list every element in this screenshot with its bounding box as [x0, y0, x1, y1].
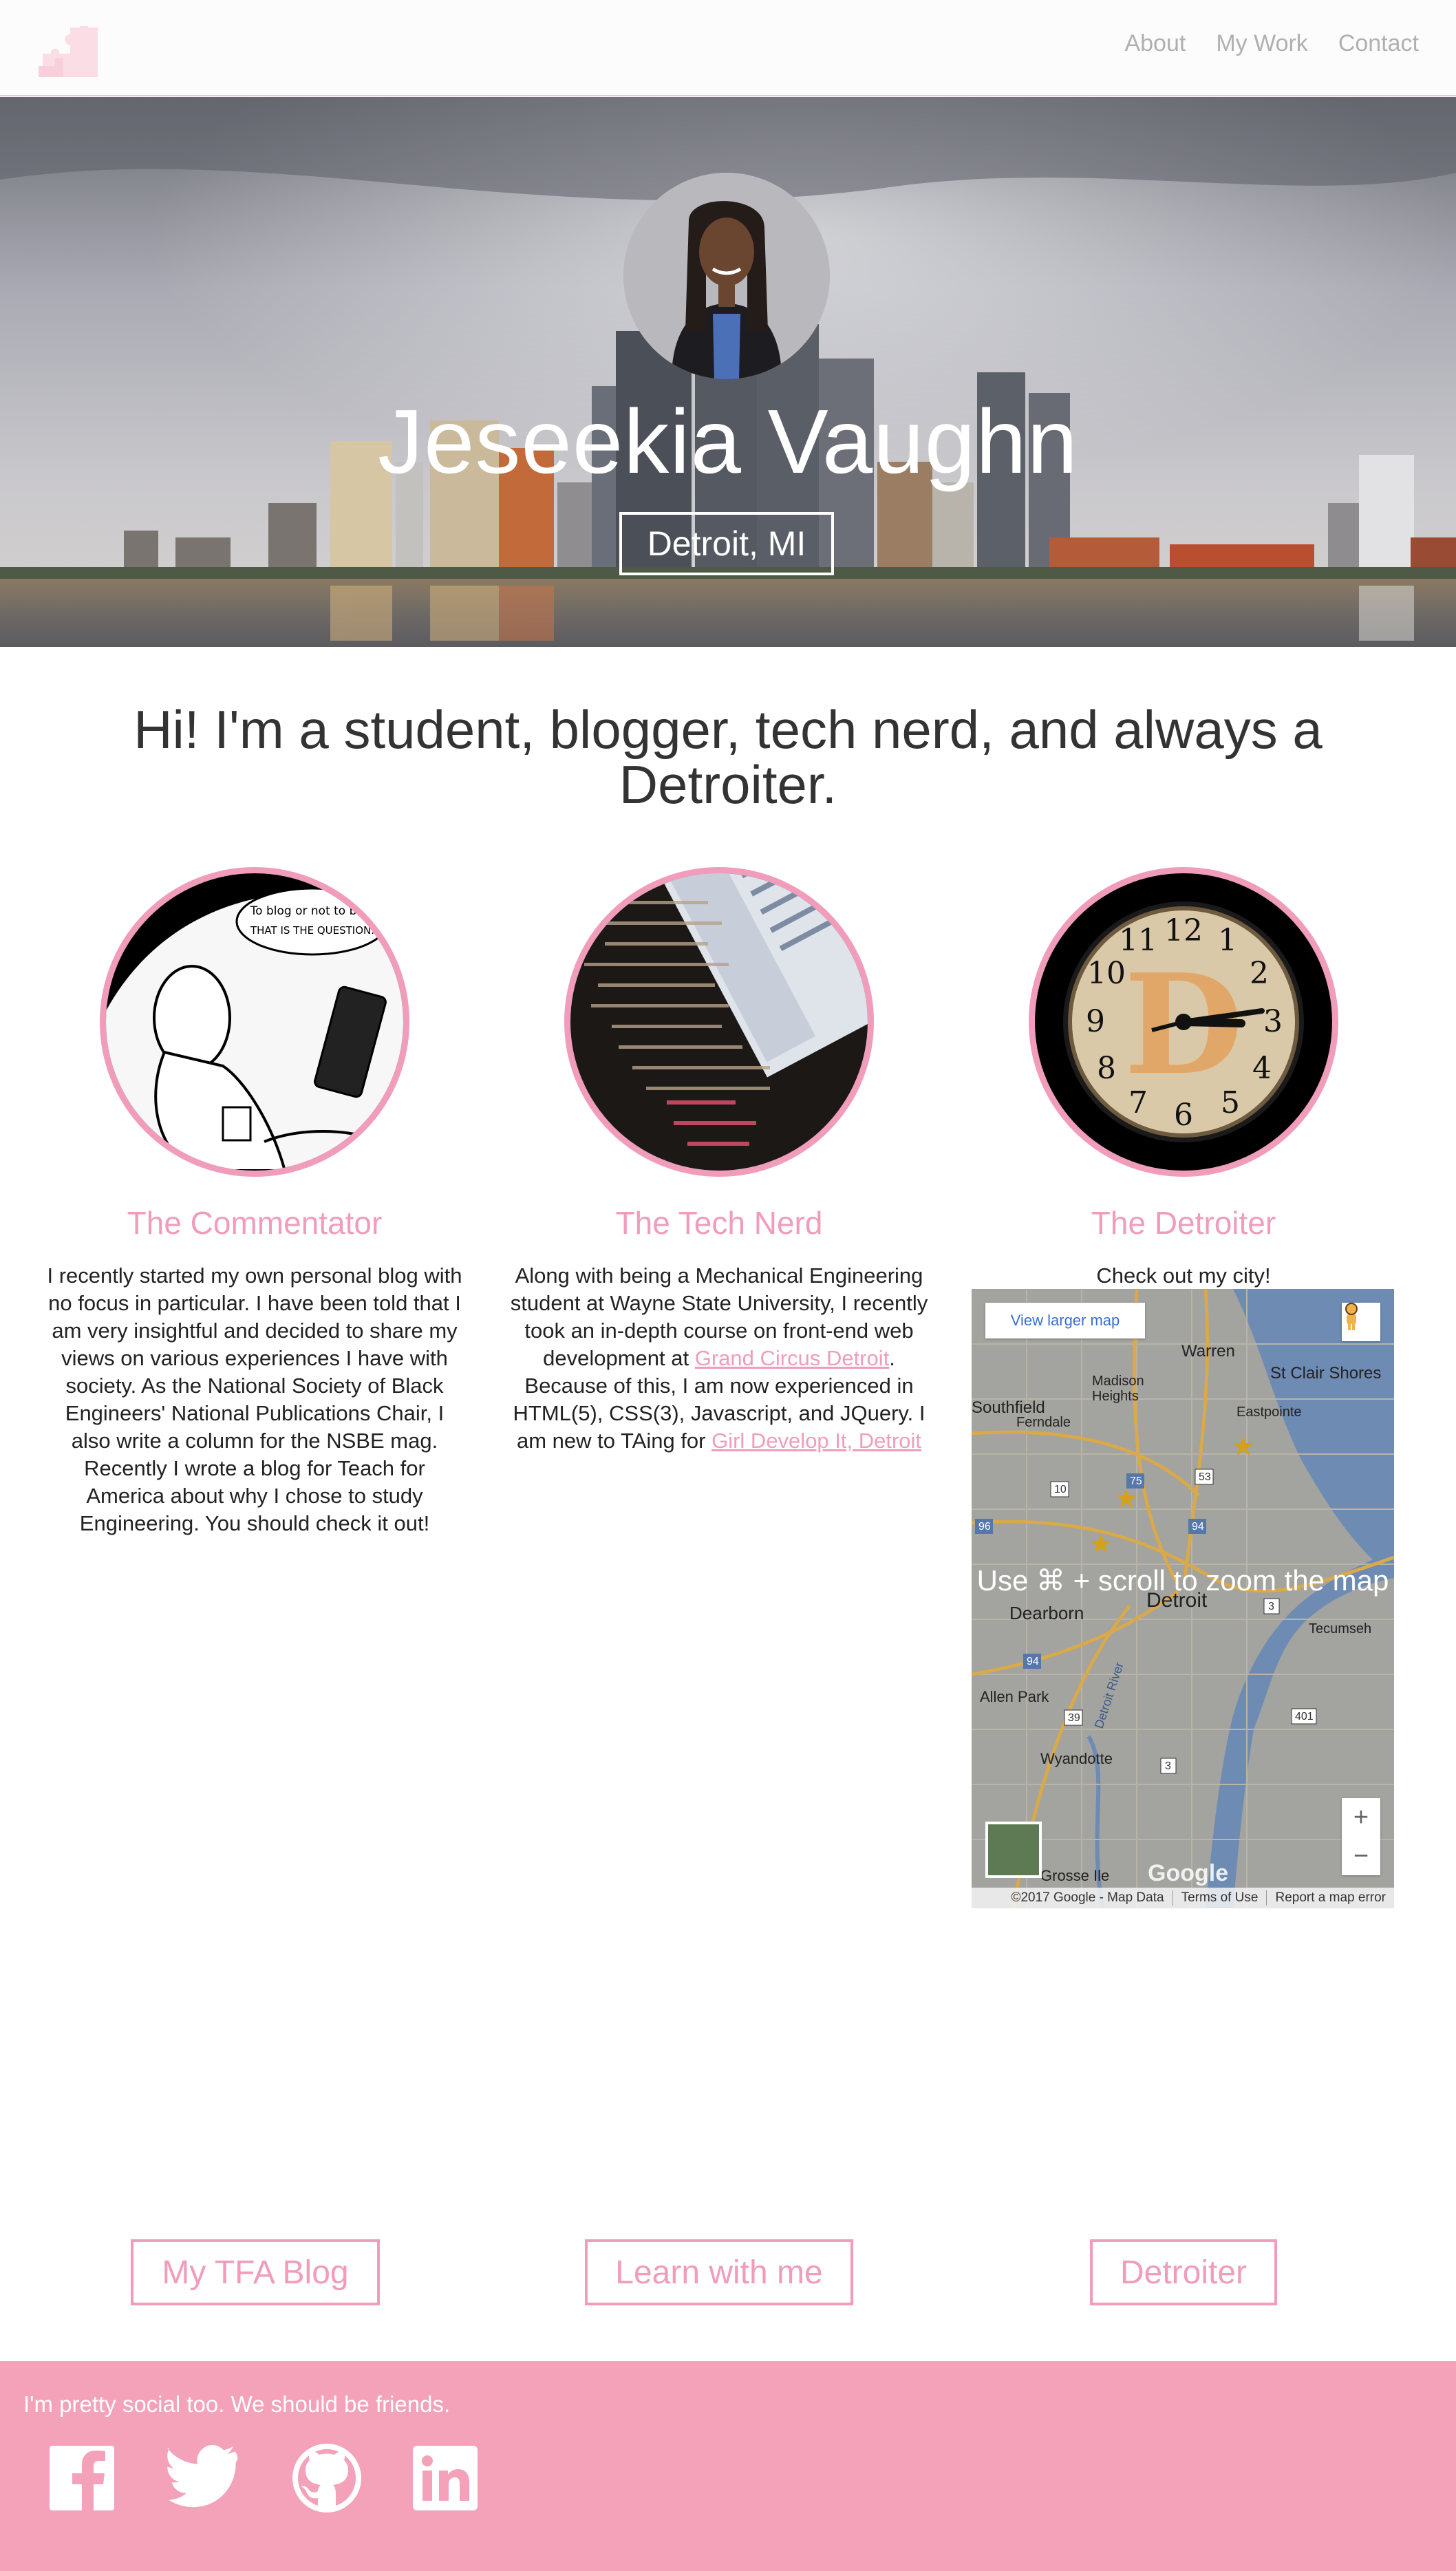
map-copyright: ©2017 Google - Map Data: [1011, 1890, 1164, 1905]
twitter-icon[interactable]: [165, 2440, 241, 2516]
svg-text:94: 94: [1192, 1521, 1204, 1533]
svg-text:6: 6: [1174, 1098, 1193, 1133]
map-scroll-hint: Use ⌘ + scroll to zoom the map: [976, 1564, 1389, 1597]
grand-circus-link[interactable]: Grand Circus Detroit: [695, 1346, 890, 1370]
detroiter-button[interactable]: Detroiter: [1090, 2239, 1277, 2305]
svg-text:3: 3: [1268, 1601, 1274, 1612]
map-label-warren: Warren: [1181, 1342, 1235, 1361]
svg-text:4: 4: [1252, 1051, 1272, 1086]
map-label-grosse-ile: Grosse Ile: [1040, 1867, 1109, 1884]
puzzle-logo-icon[interactable]: [36, 26, 102, 78]
intro-heading: Hi! I'm a student, blogger, tech nerd, a…: [133, 699, 1323, 815]
tech-nerd-image: [564, 867, 874, 1177]
detroiter-text: Check out my city!: [1096, 1263, 1271, 1288]
commentator-text: I recently started my own personal blog …: [47, 1263, 462, 1535]
svg-text:96: 96: [978, 1521, 991, 1533]
svg-text:401: 401: [1295, 1711, 1314, 1722]
svg-text:2: 2: [1250, 956, 1269, 991]
map-label-wyandotte: Wyandotte: [1040, 1750, 1113, 1767]
svg-text:75: 75: [1130, 1475, 1142, 1487]
map-label-allen-park: Allen Park: [980, 1688, 1049, 1705]
svg-text:10: 10: [1054, 1484, 1067, 1495]
tech-nerd-text: Along with being a Mechanical Engineerin…: [510, 1263, 928, 1453]
svg-text:5: 5: [1221, 1085, 1240, 1120]
top-nav: About My Work Contact: [0, 0, 1456, 96]
nav-contact-link[interactable]: Contact: [1338, 30, 1419, 57]
map-label-tecumseh: Tecumseh: [1309, 1621, 1371, 1636]
cartoon-caption-2: THAT IS THE QUESTION.: [250, 924, 374, 937]
svg-text:7: 7: [1128, 1085, 1148, 1120]
zoom-out-button[interactable]: −: [1342, 1837, 1380, 1875]
hero-banner: Jeseekia Vaughn Detroit, MI: [0, 97, 1456, 647]
svg-text:3: 3: [1165, 1760, 1171, 1772]
google-logo: Google: [1148, 1860, 1229, 1886]
hero-name: Jeseekia Vaughn: [378, 391, 1078, 492]
site-footer: I'm pretty social too. We should be frie…: [0, 2361, 1456, 2571]
tech-nerd-title: The Tech Nerd: [615, 1205, 823, 1241]
svg-text:53: 53: [1199, 1471, 1211, 1483]
tech-nerd-column: The Tech Nerd Along with being a Mechani…: [499, 867, 939, 1455]
map-label-madison: Madison: [1092, 1374, 1144, 1389]
commentator-title: The Commentator: [127, 1205, 383, 1241]
satellite-toggle-thumbnail[interactable]: [985, 1822, 1042, 1878]
facebook-icon[interactable]: [44, 2440, 120, 2516]
svg-text:12: 12: [1164, 913, 1203, 948]
commentator-image: To blog or not to blog THAT IS THE QUEST…: [100, 867, 409, 1177]
svg-text:9: 9: [1086, 1004, 1105, 1039]
svg-text:39: 39: [1068, 1712, 1080, 1724]
footer-social-text: I'm pretty social too. We should be frie…: [23, 2391, 451, 2417]
detroiter-column: D 12 1 2 3 4 5 6 7 8 9 10 11 The Detroit…: [963, 867, 1404, 1290]
zoom-in-button[interactable]: +: [1342, 1798, 1380, 1837]
linkedin-icon[interactable]: [407, 2440, 483, 2516]
detroiter-clock-image: D 12 1 2 3 4 5 6 7 8 9 10 11: [1029, 867, 1338, 1177]
map-terms-link[interactable]: Terms of Use: [1172, 1890, 1267, 1906]
learn-with-me-button[interactable]: Learn with me: [585, 2239, 853, 2305]
map-label-eastpointe: Eastpointe: [1236, 1405, 1302, 1420]
svg-text:1: 1: [1218, 923, 1237, 958]
map-footer-bar: ©2017 Google - Map Data Terms of Use Rep…: [972, 1888, 1394, 1908]
svg-text:10: 10: [1087, 956, 1126, 991]
map-report-error-link[interactable]: Report a map error: [1266, 1890, 1394, 1906]
detroiter-title: The Detroiter: [1091, 1205, 1276, 1241]
hero-location-badge: Detroit, MI: [619, 512, 834, 575]
svg-text:3: 3: [1263, 1004, 1283, 1039]
svg-text:8: 8: [1097, 1051, 1116, 1086]
map-zoom-control: + −: [1342, 1798, 1380, 1875]
svg-text:94: 94: [1027, 1656, 1039, 1667]
commentator-column: To blog or not to blog THAT IS THE QUEST…: [34, 867, 475, 1537]
map-label-st-clair: St Clair Shores: [1270, 1364, 1381, 1383]
tfa-blog-button[interactable]: My TFA Blog: [131, 2239, 380, 2305]
github-icon[interactable]: [289, 2440, 365, 2516]
view-larger-map-button[interactable]: View larger map: [985, 1303, 1145, 1338]
girl-develop-it-link[interactable]: Girl Develop It, Detroit: [711, 1429, 921, 1453]
map-label-southfield: Southfield: [972, 1398, 1045, 1417]
svg-text:11: 11: [1119, 923, 1157, 958]
profile-photo: [623, 173, 830, 379]
nav-about-link[interactable]: About: [1124, 30, 1186, 57]
street-view-pegman-icon[interactable]: [1342, 1303, 1380, 1341]
map-label-ferndale: Ferndale: [1016, 1415, 1071, 1430]
map-label-dearborn: Dearborn: [1009, 1603, 1084, 1623]
map-label-heights: Heights: [1092, 1389, 1139, 1404]
google-map-embed[interactable]: Warren St Clair Shores Madison Heights E…: [972, 1289, 1394, 1908]
nav-my-work-link[interactable]: My Work: [1216, 30, 1307, 57]
cartoon-caption-1: To blog or not to blog: [250, 904, 375, 918]
